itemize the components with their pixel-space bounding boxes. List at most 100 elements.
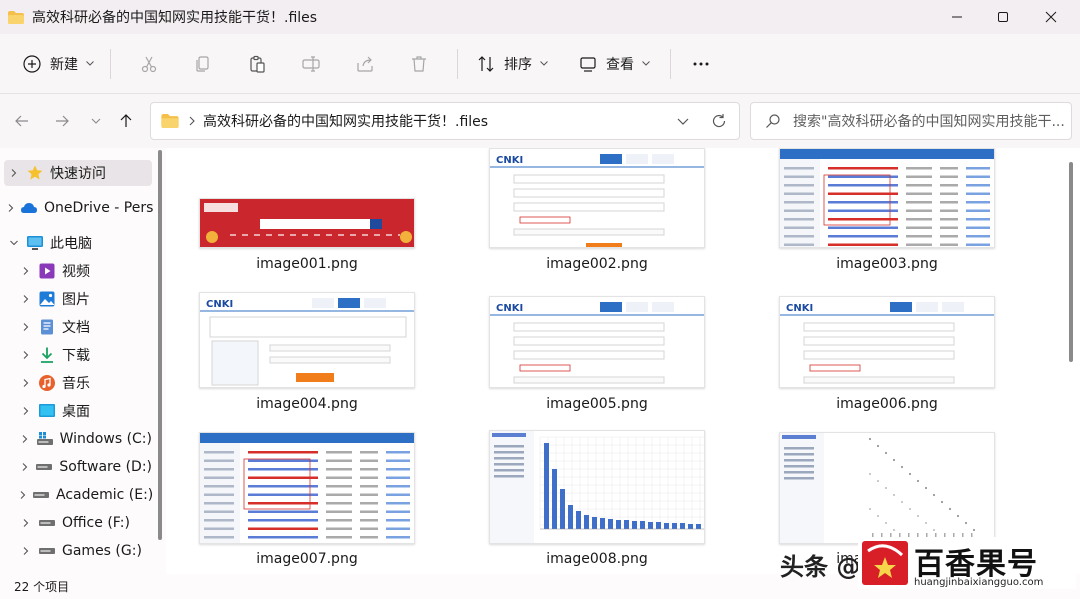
sidebar-item[interactable]: 视频 (4, 258, 152, 284)
file-list: image001.png CNKI image002.png image003.png… (166, 148, 1080, 574)
close-button[interactable] (1028, 0, 1074, 34)
chevron-right-icon[interactable] (18, 431, 32, 447)
address-path[interactable]: 高效科研必备的中国知网实用技能干货！.files (203, 111, 488, 131)
download-icon (38, 346, 56, 364)
maximize-button[interactable] (980, 0, 1026, 34)
sidebar-item-label: 桌面 (62, 404, 90, 420)
file-name[interactable]: image001.png (187, 256, 427, 272)
chevron-right-icon[interactable] (18, 487, 28, 503)
chevron-right-icon[interactable] (18, 543, 34, 559)
view-icon (580, 56, 596, 72)
sidebar-item[interactable]: 快速访问 (4, 160, 152, 186)
sidebar-item[interactable]: 图片 (4, 286, 152, 312)
chevron-down-icon (642, 61, 650, 66)
forward-button[interactable] (48, 108, 76, 134)
sidebar-item[interactable]: Games (G:) (4, 538, 152, 564)
file-thumbnail[interactable] (199, 432, 415, 544)
back-button[interactable] (8, 108, 36, 134)
scissors-icon (141, 56, 157, 72)
chevron-right-icon[interactable] (18, 375, 34, 391)
view-button[interactable]: 查看 (570, 46, 658, 82)
file-thumbnail[interactable]: CNKI (489, 148, 705, 248)
minimize-icon (952, 16, 962, 18)
content-scrollbar[interactable] (1069, 162, 1073, 362)
watermark-site: huangjinbaixiangguo.com (914, 577, 1044, 588)
sidebar-item-label: Office (F:) (62, 515, 130, 531)
sidebar-item[interactable]: 桌面 (4, 398, 152, 424)
address-bar[interactable]: 高效科研必备的中国知网实用技能干货！.files (150, 102, 740, 140)
chevron-right-icon[interactable] (18, 515, 34, 531)
chevron-right-icon[interactable] (18, 403, 34, 419)
arrow-left-icon (15, 115, 28, 127)
sidebar-item[interactable]: 下载 (4, 342, 152, 368)
search-box[interactable]: 搜索"高效科研必备的中国知网实用技能干... (750, 102, 1072, 140)
chevron-right-icon[interactable] (18, 291, 34, 307)
folder-icon (161, 114, 179, 128)
add-circle-icon (23, 54, 41, 73)
sidebar-item[interactable]: Office (F:) (4, 510, 152, 536)
picture-icon (38, 290, 56, 308)
file-thumbnail[interactable] (199, 198, 415, 248)
sidebar-item[interactable]: 文档 (4, 314, 152, 340)
file-thumbnail[interactable] (779, 432, 995, 544)
sidebar-item-label: Windows (C:) (59, 431, 152, 447)
sidebar-item-label: 文档 (62, 320, 90, 336)
rename-icon (302, 55, 320, 72)
file-thumbnail[interactable]: CNKI (489, 296, 705, 388)
file-name[interactable]: image007.png (187, 551, 427, 567)
refresh-icon[interactable] (711, 113, 727, 129)
rename-button[interactable] (293, 46, 329, 82)
file-thumbnail[interactable] (489, 430, 705, 544)
delete-button[interactable] (401, 46, 437, 82)
chevron-down-icon[interactable] (677, 118, 689, 125)
new-button[interactable]: 新建 (14, 46, 102, 82)
file-name[interactable]: image006.png (767, 396, 1007, 412)
file-thumbnail[interactable]: CNKI (779, 296, 995, 388)
svg-text:CNKI: CNKI (496, 303, 523, 314)
sidebar-item[interactable]: OneDrive - Pers (4, 195, 153, 221)
arrow-right-icon (56, 115, 69, 127)
sidebar-item[interactable]: Software (D:) (4, 454, 152, 480)
chevron-right-icon[interactable] (6, 165, 22, 181)
file-name[interactable]: image005.png (477, 396, 717, 412)
drive-icon (32, 486, 50, 504)
title-bar: 高效科研必备的中国知网实用技能干货！.files (0, 0, 1080, 34)
view-label: 查看 (606, 56, 634, 73)
chevron-down-icon[interactable] (6, 235, 22, 251)
chevron-right-icon[interactable] (6, 200, 16, 216)
copy-button[interactable] (185, 46, 221, 82)
chevron-right-icon[interactable] (18, 347, 34, 363)
file-name[interactable]: image003.png (767, 256, 1007, 272)
drive-icon (35, 458, 53, 476)
sidebar-scrollbar[interactable] (158, 150, 162, 540)
file-thumbnail[interactable] (779, 148, 995, 248)
window-title: 高效科研必备的中国知网实用技能干货！.files (32, 10, 318, 26)
minimize-button[interactable] (934, 0, 980, 34)
sidebar-item-label: 音乐 (62, 376, 90, 392)
cut-button[interactable] (131, 46, 167, 82)
video-icon (38, 262, 56, 280)
navigation-bar: 高效科研必备的中国知网实用技能干货！.files 搜索"高效科研必备的中国知网实… (0, 94, 1080, 148)
chevron-right-icon (189, 116, 195, 126)
up-button[interactable] (112, 108, 140, 134)
sidebar-item-label: Software (D:) (59, 459, 152, 475)
file-name[interactable]: image004.png (187, 396, 427, 412)
chevron-right-icon[interactable] (18, 459, 31, 475)
chevron-right-icon[interactable] (18, 319, 34, 335)
file-name[interactable]: image008.png (477, 551, 717, 567)
chevron-right-icon[interactable] (18, 263, 34, 279)
sidebar-item[interactable]: 此电脑 (4, 230, 152, 256)
share-button[interactable] (347, 46, 383, 82)
file-thumbnail[interactable]: CNKI (199, 292, 415, 388)
music-icon (38, 374, 56, 392)
recent-locations-button[interactable] (82, 108, 110, 134)
watermark-platform: 头条 @ (780, 553, 861, 581)
sidebar-item[interactable]: Academic (E:) (4, 482, 153, 508)
file-name[interactable]: image002.png (477, 256, 717, 272)
more-button[interactable] (683, 46, 719, 82)
sidebar-item[interactable]: 音乐 (4, 370, 152, 396)
paste-button[interactable] (239, 46, 275, 82)
sort-button[interactable]: 排序 (468, 46, 556, 82)
sidebar-item[interactable]: Windows (C:) (4, 426, 152, 452)
command-bar: 新建 排序 查看 (0, 34, 1080, 94)
